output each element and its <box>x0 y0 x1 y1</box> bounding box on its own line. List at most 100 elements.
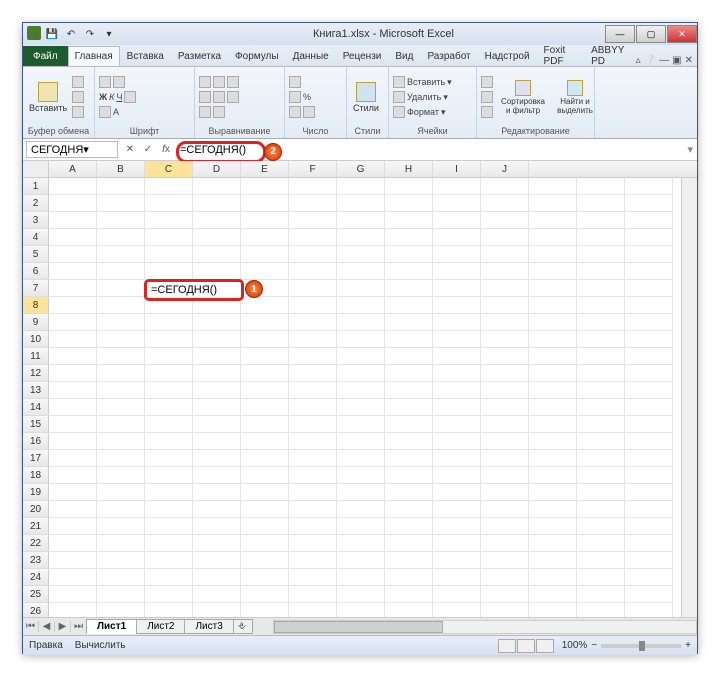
cell[interactable] <box>145 552 193 569</box>
cell[interactable] <box>337 365 385 382</box>
cell[interactable] <box>289 195 337 212</box>
cell[interactable] <box>529 518 577 535</box>
cell[interactable] <box>529 586 577 603</box>
cell[interactable] <box>625 535 673 552</box>
cell[interactable] <box>625 314 673 331</box>
select-all-corner[interactable] <box>23 161 49 177</box>
cell[interactable] <box>97 382 145 399</box>
cell[interactable] <box>145 365 193 382</box>
cell[interactable] <box>241 433 289 450</box>
align-middle-button[interactable] <box>213 76 225 88</box>
delete-cells-button[interactable]: Удалить ▾ <box>393 90 472 104</box>
cell[interactable] <box>289 246 337 263</box>
row-header-11[interactable]: 11 <box>23 348 49 365</box>
cell[interactable] <box>481 365 529 382</box>
cell[interactable] <box>145 433 193 450</box>
sheet-tab-3[interactable]: Лист3 <box>184 619 233 634</box>
cell[interactable] <box>289 569 337 586</box>
cell[interactable] <box>49 212 97 229</box>
cell[interactable] <box>481 195 529 212</box>
row-header-10[interactable]: 10 <box>23 331 49 348</box>
find-select-button[interactable]: Найти и выделить <box>553 78 597 117</box>
cell[interactable] <box>433 212 481 229</box>
col-header-C[interactable]: C <box>145 161 193 177</box>
indent-button[interactable] <box>199 106 211 118</box>
percent-button[interactable]: % <box>303 92 311 102</box>
cell[interactable] <box>193 365 241 382</box>
cell[interactable] <box>49 433 97 450</box>
cell[interactable] <box>433 382 481 399</box>
col-header-B[interactable]: B <box>97 161 145 177</box>
cell[interactable] <box>433 501 481 518</box>
cell[interactable] <box>97 603 145 617</box>
cell[interactable] <box>241 501 289 518</box>
cell[interactable] <box>577 484 625 501</box>
cell[interactable] <box>385 484 433 501</box>
doc-restore-icon[interactable]: ▣ <box>672 55 681 66</box>
cell[interactable] <box>529 297 577 314</box>
border-button[interactable] <box>124 91 136 103</box>
cell[interactable] <box>481 467 529 484</box>
cell[interactable] <box>337 246 385 263</box>
cell[interactable] <box>337 229 385 246</box>
paste-button[interactable]: Вставить <box>27 80 69 115</box>
cell[interactable] <box>385 603 433 617</box>
cell[interactable] <box>49 263 97 280</box>
cell[interactable] <box>97 552 145 569</box>
bold-button[interactable]: Ж <box>99 92 107 102</box>
cell[interactable] <box>433 280 481 297</box>
sheet-nav-next[interactable]: ▶ <box>55 621 71 632</box>
cell[interactable] <box>241 365 289 382</box>
cell[interactable] <box>385 467 433 484</box>
cell[interactable] <box>193 178 241 195</box>
col-header-H[interactable]: H <box>385 161 433 177</box>
cell[interactable] <box>385 416 433 433</box>
cell[interactable] <box>337 416 385 433</box>
copy-button[interactable] <box>72 90 84 104</box>
cell[interactable] <box>49 535 97 552</box>
align-center-button[interactable] <box>213 91 225 103</box>
cell[interactable] <box>97 569 145 586</box>
fill-button[interactable] <box>481 91 493 103</box>
cell[interactable] <box>241 450 289 467</box>
file-tab[interactable]: Файл <box>23 46 68 66</box>
cell[interactable] <box>49 246 97 263</box>
cell[interactable] <box>529 484 577 501</box>
cell[interactable] <box>385 399 433 416</box>
ribbon-minimize-icon[interactable]: ▵ <box>636 55 641 66</box>
cell[interactable] <box>433 331 481 348</box>
currency-button[interactable] <box>289 91 301 103</box>
cell[interactable] <box>385 178 433 195</box>
cell[interactable] <box>337 280 385 297</box>
tab-view[interactable]: Вид <box>388 46 420 66</box>
tab-review[interactable]: Рецензи <box>336 46 389 66</box>
cell[interactable] <box>49 365 97 382</box>
formula-expand-icon[interactable]: ▾ <box>683 143 697 156</box>
cell[interactable] <box>529 433 577 450</box>
cell[interactable] <box>97 365 145 382</box>
cell[interactable] <box>433 297 481 314</box>
cell[interactable] <box>529 314 577 331</box>
row-header-16[interactable]: 16 <box>23 433 49 450</box>
tab-data[interactable]: Данные <box>286 46 336 66</box>
cell[interactable] <box>289 518 337 535</box>
row-header-18[interactable]: 18 <box>23 467 49 484</box>
cell[interactable] <box>385 314 433 331</box>
cell[interactable] <box>337 569 385 586</box>
cell[interactable] <box>433 195 481 212</box>
cell[interactable] <box>577 467 625 484</box>
cell[interactable] <box>337 518 385 535</box>
cell[interactable] <box>193 450 241 467</box>
cell[interactable] <box>385 569 433 586</box>
cell[interactable] <box>433 263 481 280</box>
cell[interactable] <box>385 365 433 382</box>
cell[interactable] <box>49 484 97 501</box>
cell[interactable] <box>481 348 529 365</box>
cell[interactable] <box>385 552 433 569</box>
row-header-9[interactable]: 9 <box>23 314 49 331</box>
align-top-button[interactable] <box>199 76 211 88</box>
cell[interactable] <box>385 297 433 314</box>
format-painter-button[interactable] <box>72 105 84 119</box>
cell[interactable] <box>385 348 433 365</box>
cell[interactable] <box>625 212 673 229</box>
